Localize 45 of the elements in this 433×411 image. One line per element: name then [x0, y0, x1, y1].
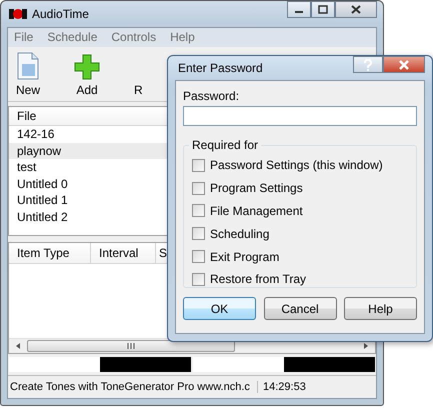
checkbox[interactable] [192, 182, 205, 195]
group-title: Required for [191, 138, 260, 152]
checkbox[interactable] [192, 272, 205, 286]
maximize-icon [318, 5, 328, 14]
checkbox-label[interactable]: Password Settings (this window) [210, 158, 383, 172]
checkbox[interactable] [192, 204, 205, 218]
toolbar-button[interactable]: Add [74, 54, 100, 97]
toolbar-button[interactable]: R [134, 54, 143, 97]
dialog-button[interactable]: Help [344, 297, 417, 320]
grip-icon [127, 343, 135, 349]
password-field[interactable] [183, 106, 417, 126]
close-button[interactable] [383, 56, 425, 73]
dialog-button[interactable]: OK [183, 297, 256, 320]
column-header[interactable]: Interval [91, 243, 156, 263]
close-icon [398, 60, 410, 70]
checkbox-label[interactable]: Restore from Tray [210, 272, 306, 286]
checkbox-label[interactable]: Scheduling [210, 226, 270, 241]
status-time: 14:29:53 [262, 381, 306, 393]
menu-item[interactable]: Controls [111, 30, 156, 45]
menu-item[interactable]: Schedule [47, 30, 98, 45]
checkbox-label[interactable]: Program Settings [210, 181, 303, 196]
checkbox[interactable] [192, 250, 205, 264]
checkbox[interactable] [192, 158, 205, 172]
menu-item[interactable]: File [14, 30, 34, 45]
minimize-button[interactable] [287, 1, 311, 18]
column-header[interactable]: S [156, 243, 168, 263]
checkbox-label[interactable]: Exit Program [210, 250, 280, 264]
column-header[interactable]: Item Type [9, 243, 91, 263]
dialog-title: Enter Password [178, 61, 263, 75]
checkbox-label[interactable]: File Management [210, 204, 303, 218]
close-button[interactable] [335, 1, 377, 18]
checkbox[interactable] [192, 227, 205, 240]
menu-item[interactable]: Help [170, 30, 195, 45]
plus-icon [74, 54, 100, 80]
window-title: AudioTime [32, 7, 89, 21]
help-button[interactable] [353, 56, 383, 73]
document-icon [17, 52, 39, 80]
field-label: Password: [183, 89, 240, 103]
question-icon [363, 58, 373, 70]
logo-icon [9, 8, 27, 20]
dialog-button[interactable]: Cancel [264, 297, 336, 320]
close-icon [351, 5, 361, 14]
maximize-button[interactable] [311, 1, 335, 18]
toolbar-button[interactable]: New [16, 52, 40, 97]
status-message: Create Tones with ToneGenerator Pro www.nch.c [8, 381, 258, 393]
